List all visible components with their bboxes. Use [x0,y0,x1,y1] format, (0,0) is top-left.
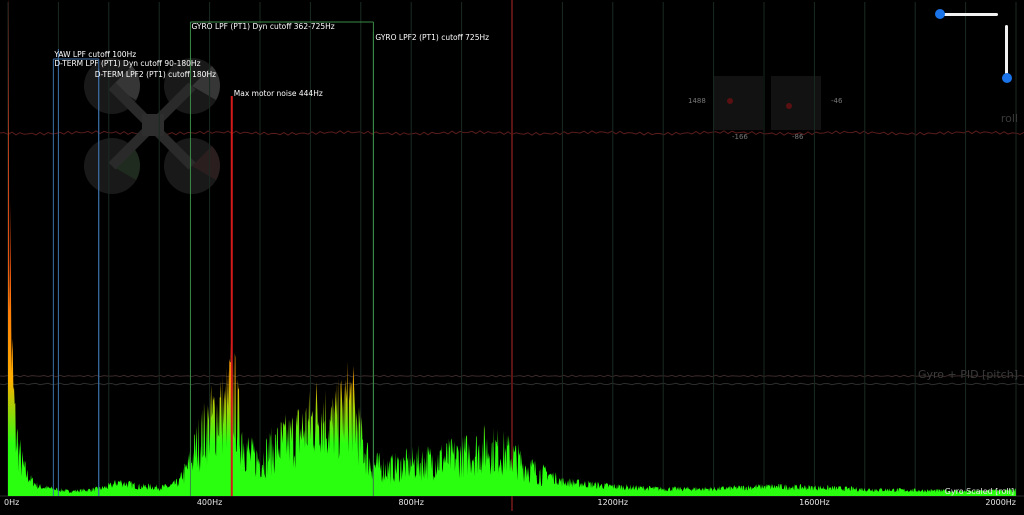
filter-label-4: D-TERM LPF (PT1) Dyn cutoff 90-180Hz [54,59,200,68]
filter-label-2: GYRO LPF2 (PT1) cutoff 725Hz [375,33,489,42]
pitch-trace-label: Gyro + PID [pitch] [917,368,1018,381]
stick-value-1: 1488 [688,97,706,105]
spectrum-svg: GYRO LPF (PT1) Dyn cutoff 362-725Hz GYRO … [0,0,1024,511]
x-tick-label-1200: 1200Hz [598,498,629,507]
zoom-slider-handle[interactable] [935,9,945,19]
gain-slider-handle[interactable] [1002,73,1012,83]
filter-label-1: GYRO LPF (PT1) Dyn cutoff 362-725Hz [191,22,334,31]
x-tick-label-0: 0Hz [4,498,19,507]
zoom-slider[interactable] [935,9,999,19]
x-tick-label-800: 800Hz [398,498,423,507]
ghost-stick-dot-left [727,98,733,104]
gain-slider[interactable] [1001,25,1013,87]
roll-trace-label: roll [1000,112,1018,125]
x-tick-label-2000: 2000Hz [985,498,1016,507]
ghost-stick-left [713,76,763,130]
filter-label-3: YAW LPF cutoff 100Hz [53,50,136,59]
x-tick-label-1600: 1600Hz [799,498,830,507]
ghost-stick-dot-right [786,103,792,109]
max-noise-label: Max motor noise 444Hz [234,89,323,98]
ghost-quad-body [142,114,164,136]
ghost-stick-right [771,76,821,130]
stick-value-4: -86 [792,133,804,141]
zoom-slider-track[interactable] [938,13,998,16]
stick-value-3: -166 [732,133,748,141]
spectrum-chart: GYRO LPF (PT1) Dyn cutoff 362-725Hz GYRO … [0,0,1024,511]
series-label: Gyro Scaled [roll] [945,487,1014,496]
x-tick-label-400: 400Hz [197,498,222,507]
stick-value-2: -46 [831,97,843,105]
filter-label-5: D-TERM LPF2 (PT1) cutoff 180Hz [95,70,216,79]
